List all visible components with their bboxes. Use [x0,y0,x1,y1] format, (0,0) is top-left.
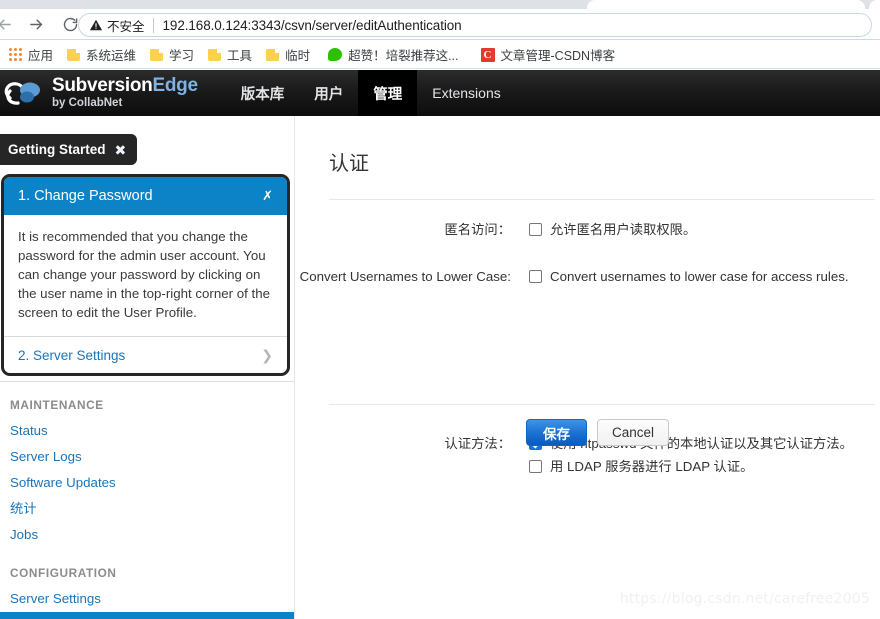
chevron-right-icon[interactable]: ❯ [261,347,273,364]
sidebar-item-jobs[interactable]: Jobs [0,522,294,548]
folder-icon [67,48,81,61]
bookmark-label: 工具 [227,49,253,63]
navigation-buttons [0,9,83,40]
browser-tab[interactable] [587,0,865,9]
server-settings-step-label: 2. Server Settings [18,347,126,363]
browser-tab-next[interactable] [869,0,880,9]
form-actions: 保存 Cancel [295,419,880,446]
bookmark-label: 临时 [285,49,311,63]
auth-method-ldap-label: 用 LDAP 服务器进行 LDAP 认证。 [550,459,754,474]
bookmark-label: 超赞！培裂推荐这... [348,49,459,63]
sidebar-section-divider [0,381,294,382]
auth-method-ldap-option[interactable]: 用 LDAP 服务器进行 LDAP 认证。 [529,457,853,476]
anonymous-access-label: 匿名访问： [444,222,511,237]
bookmark-sysops[interactable]: 系统运维 [60,44,143,66]
content-divider-top [329,199,875,200]
app-header: SubversionEdge by CollabNet 版本库 用户 管理 Ex… [0,70,880,116]
anonymous-access-checkbox-label: 允许匿名用户读取权限。 [550,222,697,237]
warning-triangle-icon [89,19,103,31]
change-password-step-label: 1. Change Password [18,188,153,204]
nav-item-repositories[interactable]: 版本库 [226,70,300,116]
auth-method-ldap-checkbox[interactable] [529,460,542,473]
getting-started-tab-label: Getting Started [8,142,106,157]
bookmark-label: 文章管理-CSDN博客 [500,49,616,63]
form-row-lowercase-usernames: Convert Usernames to Lower Case: Convert… [295,267,880,290]
collabnet-swirl-icon[interactable] [4,77,48,109]
nav-item-admin[interactable]: 管理 [358,70,418,116]
forward-arrow-icon[interactable] [23,9,49,40]
anonymous-access-checkbox[interactable] [529,223,542,236]
app-nav: 版本库 用户 管理 Extensions [226,70,516,116]
security-indicator[interactable]: 不安全 [89,16,145,35]
apps-grid-icon [9,48,22,61]
back-arrow-icon[interactable] [0,9,17,40]
sidebar: Getting Started ✖ 1. Change Password ✗ I… [0,116,295,619]
nav-item-users[interactable]: 用户 [299,70,358,116]
browser-window: 不安全 192.168.0.124:3343/csvn/server/editA… [0,0,880,619]
chevron-down-icon[interactable]: ✗ [262,188,273,204]
bookmark-label: 系统运维 [86,49,137,63]
bookmark-label: 学习 [169,49,195,63]
brand-subtitle: by CollabNet [52,97,123,110]
bookmark-tools[interactable]: 工具 [201,44,259,66]
bookmark-study[interactable]: 学习 [143,44,201,66]
watermark: https://blog.csdn.net/carefree2005 [619,591,870,607]
browser-toolbar: 不安全 192.168.0.124:3343/csvn/server/editA… [0,9,880,40]
page-title: 认证 [329,151,369,175]
folder-icon [208,48,222,61]
folder-icon [150,48,164,61]
nav-item-extensions[interactable]: Extensions [417,70,515,116]
security-label: 不安全 [107,19,145,34]
wechat-icon [328,48,343,61]
browser-tab-strip[interactable] [0,0,880,9]
bookmark-temp[interactable]: 临时 [259,44,317,66]
lowercase-usernames-field: Convert usernames to lower case for acce… [529,267,849,290]
change-password-step-body: It is recommended that you change the pa… [4,215,287,337]
getting-started-panel: 1. Change Password ✗ It is recommended t… [1,174,290,376]
bookmark-label: 应用 [28,49,54,63]
server-settings-step[interactable]: 2. Server Settings ❯ [4,337,287,373]
folder-icon [266,48,280,61]
lowercase-usernames-option[interactable]: Convert usernames to lower case for acce… [529,267,849,286]
url-text[interactable]: 192.168.0.124:3343/csvn/server/editAuthe… [163,18,462,33]
sidebar-item-server-logs[interactable]: Server Logs [0,444,294,470]
sidebar-group-configuration: CONFIGURATION [10,566,117,580]
lowercase-usernames-label: Convert Usernames to Lower Case: [299,269,511,284]
form-row-anonymous-access: 匿名访问： 允许匿名用户读取权限。 [295,220,880,243]
anonymous-access-field: 允许匿名用户读取权限。 [529,220,696,243]
content-divider-bottom [329,404,875,405]
lowercase-usernames-checkbox[interactable] [529,270,542,283]
sidebar-item-server-settings[interactable]: Server Settings [0,586,294,612]
bookmark-wechat-article[interactable]: 超赞！培裂推荐这... [321,44,465,66]
bookmarks-bar: 应用 系统运维 学习 工具 临时 超赞！培裂推荐这... C 文章管理-CSDN… [0,41,880,69]
sidebar-item-software-updates[interactable]: Software Updates [0,470,294,496]
save-button[interactable]: 保存 [525,419,587,446]
anonymous-access-option[interactable]: 允许匿名用户读取权限。 [529,220,696,239]
close-icon[interactable]: ✖ [115,143,127,157]
brand-accent: Edge [152,75,198,97]
main-content: 认证 匿名访问： 允许匿名用户读取权限。 Convert Usernames t… [295,116,880,619]
omnibox-divider [152,17,154,33]
lowercase-usernames-checkbox-label: Convert usernames to lower case for acce… [550,269,849,284]
csdn-icon: C [480,47,495,62]
cancel-button[interactable]: Cancel [596,419,670,446]
sidebar-item-authentication[interactable]: Authentication [0,612,294,619]
change-password-step-header[interactable]: 1. Change Password ✗ [4,177,287,215]
sidebar-menu: MAINTENANCE Status Server Logs Software … [0,388,294,619]
bookmark-csdn-blog[interactable]: C 文章管理-CSDN博客 [474,44,623,66]
sidebar-group-maintenance: MAINTENANCE [10,398,104,412]
brand-wordmark[interactable]: SubversionEdge by CollabNet [52,76,198,110]
bookmark-apps[interactable]: 应用 [2,44,60,66]
brand-primary: Subversion [52,75,153,97]
sidebar-item-statistics[interactable]: 统计 [0,496,294,522]
address-bar[interactable]: 不安全 192.168.0.124:3343/csvn/server/editA… [78,13,872,37]
sidebar-item-status[interactable]: Status [0,418,294,444]
getting-started-tab[interactable]: Getting Started ✖ [0,134,138,165]
